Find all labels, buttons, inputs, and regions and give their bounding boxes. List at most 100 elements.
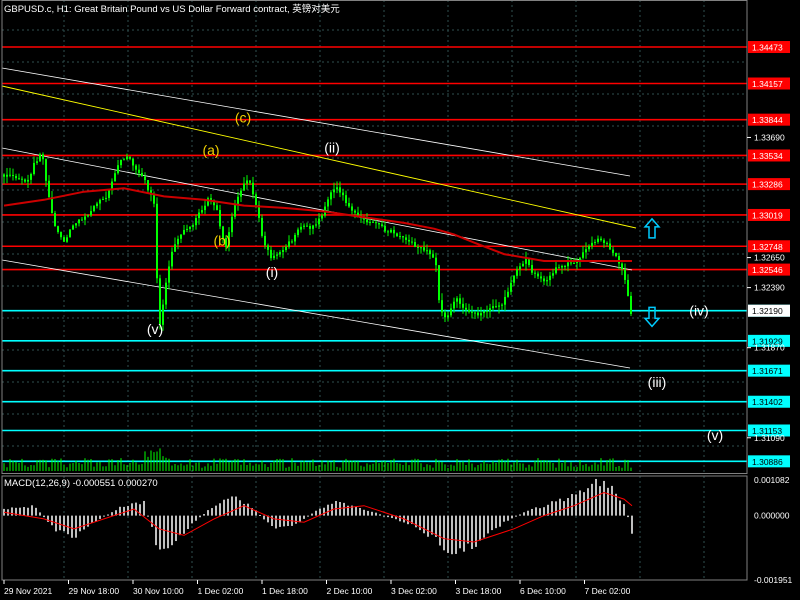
candle-body: [105, 197, 107, 199]
macd-histogram-bar: [439, 515, 441, 546]
macd-histogram-bar: [591, 483, 593, 516]
macd-histogram-bar: [607, 487, 609, 516]
trading-chart[interactable]: 1.34473 1.34157 1.33844 1.33534 1.33286 1.330…: [0, 0, 800, 600]
macd-histogram-bar: [39, 512, 41, 516]
macd-histogram-bar: [463, 515, 465, 552]
macd-histogram-bar: [91, 515, 93, 523]
macd-histogram-bar: [223, 499, 225, 516]
candle-body: [561, 265, 563, 268]
candle-body: [165, 282, 167, 305]
candle-body: [585, 249, 587, 253]
candle-body: [183, 229, 185, 235]
candle-body: [510, 282, 512, 292]
macd-histogram-bar: [259, 514, 261, 516]
macd-histogram-bar: [555, 501, 557, 516]
candle-body: [453, 301, 455, 309]
candle-body: [219, 210, 221, 227]
candle-body: [198, 212, 200, 219]
candle-body: [120, 159, 122, 166]
candle-body: [549, 275, 551, 281]
candle-body: [429, 250, 431, 255]
macd-histogram-bar: [215, 505, 217, 516]
candle-body: [243, 183, 245, 191]
candle-body: [624, 269, 626, 280]
candle-body: [261, 217, 263, 236]
candle-body: [252, 182, 254, 195]
candle-body: [216, 205, 218, 211]
macd-histogram-bar: [87, 515, 89, 527]
macd-histogram-bar: [315, 510, 317, 516]
candle-body: [378, 223, 380, 225]
candle-body: [81, 219, 83, 221]
candle-body: [66, 237, 68, 242]
candle-body: [300, 226, 302, 230]
support-price-label: 1.31671: [752, 366, 783, 376]
macd-histogram-bar: [207, 510, 209, 516]
candle-body: [507, 291, 509, 297]
candle-body: [396, 233, 398, 237]
macd-histogram-bar: [35, 507, 37, 516]
candle-body: [186, 228, 188, 230]
macd-histogram-bar: [531, 508, 533, 516]
candle-body: [522, 263, 524, 267]
macd-histogram-bar: [539, 508, 541, 516]
candle-body: [297, 229, 299, 235]
candle-body: [456, 298, 458, 302]
candle-body: [615, 252, 617, 257]
macd-histogram-bar: [231, 496, 233, 516]
macd-histogram-bar: [135, 502, 137, 516]
candle-body: [141, 172, 143, 177]
candle-body: [285, 246, 287, 251]
candle-body: [348, 203, 350, 207]
macd-histogram-bar: [479, 515, 481, 541]
macd-histogram-bar: [475, 515, 477, 547]
candle-body: [3, 174, 5, 177]
macd-histogram-bar: [355, 506, 357, 516]
candle-body: [153, 194, 155, 204]
macd-histogram-bar: [275, 515, 277, 529]
macd-histogram-bar: [99, 515, 101, 519]
macd-histogram-bar: [75, 515, 77, 538]
macd-histogram-bar: [175, 515, 177, 542]
macd-histogram-bar: [67, 515, 69, 535]
resistance-price-label: 1.32546: [752, 265, 783, 275]
candle-body: [135, 165, 137, 170]
candle-body: [177, 238, 179, 245]
candle-body: [495, 306, 497, 308]
candle-body: [438, 265, 440, 301]
macd-histogram-bar: [507, 515, 509, 521]
macd-histogram-bar: [43, 515, 45, 518]
candle-body: [540, 276, 542, 279]
macd-histogram-bar: [283, 515, 285, 527]
macd-histogram-bar: [483, 515, 485, 538]
time-label: 29 Nov 2021: [4, 586, 52, 596]
macd-histogram-bar: [83, 515, 85, 530]
candle-body: [72, 225, 74, 230]
candle-body: [282, 250, 284, 253]
macd-histogram-bar: [451, 515, 453, 555]
macd-histogram-bar: [471, 515, 473, 549]
current-price-label: 1.32190: [752, 306, 783, 316]
candle-body: [501, 304, 503, 306]
candle-body: [471, 311, 473, 313]
macd-histogram-bar: [631, 515, 633, 534]
candle-body: [477, 312, 479, 316]
candle-body: [15, 175, 17, 179]
candle-body: [450, 308, 452, 316]
candle-body: [414, 242, 416, 247]
time-label: 29 Nov 18:00: [69, 586, 120, 596]
resistance-price-label: 1.33844: [752, 115, 783, 125]
wave-label: (iv): [689, 302, 708, 318]
macd-histogram-bar: [107, 514, 109, 516]
support-price-label: 1.31402: [752, 397, 783, 407]
macd-histogram-bar: [619, 500, 621, 516]
candle-body: [33, 162, 35, 174]
candle-body: [54, 213, 56, 227]
macd-histogram-bar: [391, 515, 393, 519]
macd-histogram-bar: [427, 515, 429, 537]
macd-histogram-bar: [499, 515, 501, 527]
candle-body: [189, 226, 191, 229]
macd-histogram-bar: [51, 515, 53, 526]
candle-body: [39, 154, 41, 162]
candle-body: [123, 159, 125, 161]
